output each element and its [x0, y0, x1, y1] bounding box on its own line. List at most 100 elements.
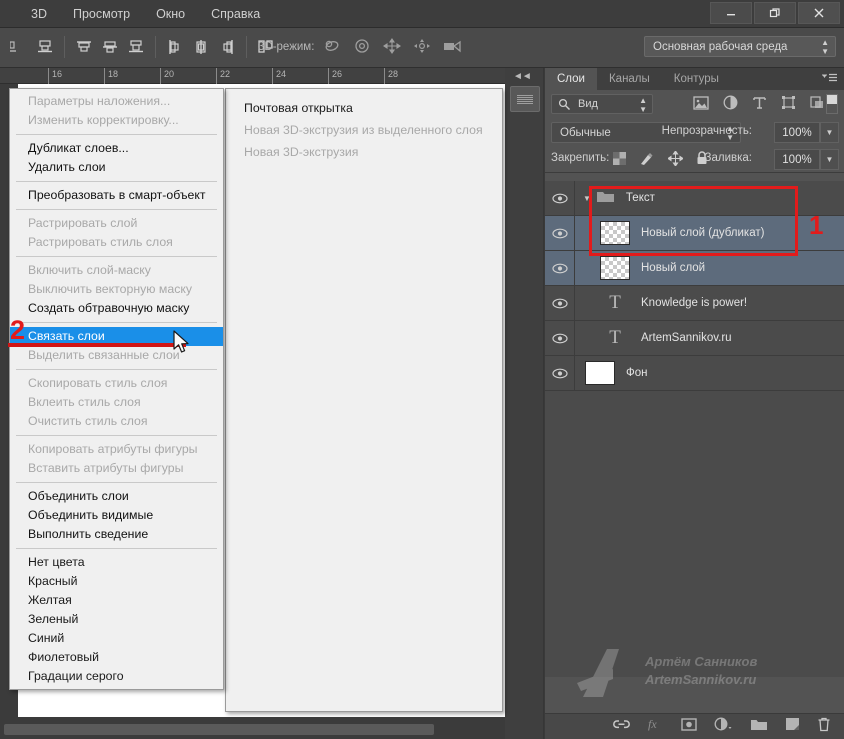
add-mask-icon[interactable] [681, 717, 697, 736]
align-horizontal-center-icon[interactable] [188, 34, 214, 60]
align-vertical-center-icon[interactable] [97, 34, 123, 60]
orbit-3d-icon[interactable] [320, 34, 346, 60]
submenu-item-postcard[interactable]: Почтовая открытка [226, 97, 502, 119]
ctx-color-yellow[interactable]: Желтая [10, 591, 223, 610]
roll-3d-icon[interactable] [350, 34, 376, 60]
filter-shape-icon[interactable] [781, 95, 796, 115]
dock-grip-button[interactable] [510, 86, 540, 112]
layer-name: Фон [626, 367, 648, 379]
visibility-toggle[interactable] [545, 285, 575, 321]
restore-button[interactable] [754, 2, 796, 24]
align-partial-icon[interactable] [6, 34, 32, 60]
ctx-merge-layers[interactable]: Объединить слои [10, 487, 223, 506]
tab-layers[interactable]: Слои [545, 68, 597, 90]
layer-thumbnail[interactable] [600, 256, 630, 280]
mouse-cursor [172, 330, 192, 361]
lock-pixels-icon[interactable] [639, 152, 655, 171]
ctx-convert-to-smart-object[interactable]: Преобразовать в смарт-объект [10, 186, 223, 205]
menu-divider [16, 181, 217, 182]
align-right-icon[interactable] [214, 34, 240, 60]
layer-body[interactable]: T Knowledge is power! [575, 292, 844, 314]
tab-channels[interactable]: Каналы [597, 68, 662, 90]
menu-item-3d[interactable]: 3D [18, 0, 60, 28]
minimize-button[interactable] [710, 2, 752, 24]
ctx-color-blue[interactable]: Синий [10, 629, 223, 648]
horizontal-scrollbar[interactable] [4, 724, 434, 735]
filter-adjustment-icon[interactable] [723, 95, 738, 115]
close-button[interactable] [798, 2, 840, 24]
panel-menu-icon[interactable] [822, 73, 838, 87]
layer-body[interactable]: Новый слой [575, 256, 844, 280]
visibility-toggle[interactable] [545, 215, 575, 251]
align-bottom-edges-icon[interactable] [32, 34, 58, 60]
ctx-color-violet[interactable]: Фиолетовый [10, 648, 223, 667]
link-layers-icon[interactable] [613, 718, 630, 736]
ctx-enable-layer-mask: Включить слой-маску [28, 263, 151, 277]
filter-smart-icon[interactable] [810, 95, 825, 115]
filter-type-icon[interactable] [752, 95, 767, 115]
chevron-updown-icon: ▲ ▼ [639, 96, 647, 114]
mode-3d-label: 3D-режим: [258, 41, 315, 53]
pan-3d-icon[interactable] [380, 34, 406, 60]
slide-3d-icon[interactable] [410, 34, 436, 60]
layer-row-artemsannikov[interactable]: T ArtemSannikov.ru [545, 320, 844, 356]
workspace-selector[interactable]: Основная рабочая среда ▲ ▼ [644, 36, 836, 57]
fill-dropdown-icon[interactable]: ▼ [820, 149, 839, 170]
filter-enable-toggle[interactable] [826, 94, 838, 114]
align-bottom-icon[interactable] [123, 34, 149, 60]
ruler-tick: 16 [52, 69, 63, 79]
visibility-toggle[interactable] [545, 355, 575, 391]
layer-body[interactable]: T ArtemSannikov.ru [575, 327, 844, 349]
ctx-duplicate-layers[interactable]: Дубликат слоев... [10, 139, 223, 158]
ctx-copy-layer-style: Скопировать стиль слоя [28, 376, 168, 390]
opacity-dropdown-icon[interactable]: ▼ [820, 122, 839, 143]
ctx-flatten-image[interactable]: Выполнить сведение [10, 525, 223, 544]
chevron-updown-icon: ▲ ▼ [821, 38, 829, 56]
layers-panel: Слои Каналы Контуры Вид ▲ ▼ Обычные ▲ ▼ … [544, 68, 844, 739]
menu-divider [16, 482, 217, 483]
filter-value: Вид [578, 98, 598, 110]
ctx-color-none[interactable]: Нет цвета [10, 553, 223, 572]
delete-layer-icon[interactable] [817, 717, 831, 737]
menu-item-window[interactable]: Окно [143, 0, 198, 28]
menu-item-help[interactable]: Справка [198, 0, 273, 28]
layer-thumbnail[interactable] [585, 361, 615, 385]
filter-kind-icons [693, 95, 825, 115]
camera-3d-icon[interactable] [440, 34, 466, 60]
lock-position-icon[interactable] [667, 150, 684, 171]
ctx-delete-layers[interactable]: Удалить слои [10, 158, 223, 177]
filter-image-icon[interactable] [693, 95, 709, 115]
ctx-color-gray[interactable]: Градации серого [10, 667, 223, 686]
new-group-icon[interactable] [750, 718, 768, 736]
opacity-label: Непрозрачность: [661, 125, 752, 137]
visibility-toggle[interactable] [545, 180, 575, 216]
tab-paths[interactable]: Контуры [662, 68, 731, 90]
collapse-arrows-icon[interactable]: ◄◄ [513, 71, 532, 82]
layer-body[interactable]: Фон [575, 361, 844, 385]
menu-item-view[interactable]: Просмотр [60, 0, 143, 28]
ctx-color-red[interactable]: Красный [10, 572, 223, 591]
ruler-tick: 24 [276, 69, 287, 79]
layer-filter-row: Вид ▲ ▼ [545, 90, 844, 119]
dock-collapse-column: ◄◄ [505, 68, 544, 739]
ctx-paste-shape-attributes: Вставить атрибуты фигуры [28, 461, 184, 475]
lock-transparent-icon[interactable] [613, 152, 626, 170]
visibility-toggle[interactable] [545, 250, 575, 286]
adjustment-layer-icon[interactable] [714, 717, 733, 736]
window-controls [710, 2, 840, 24]
layer-row-new-layer[interactable]: Новый слой [545, 250, 844, 286]
filter-type-select[interactable]: Вид ▲ ▼ [551, 94, 653, 114]
layer-row-knowledge-is-power[interactable]: T Knowledge is power! [545, 285, 844, 321]
layer-row-background[interactable]: Фон [545, 355, 844, 391]
align-top-icon[interactable] [71, 34, 97, 60]
ctx-create-clipping-mask[interactable]: Создать обтравочную маску [10, 299, 223, 318]
ctx-color-green[interactable]: Зеленый [10, 610, 223, 629]
fill-value[interactable]: 100% [774, 149, 820, 170]
layer-style-fx-icon[interactable]: fx [647, 717, 664, 736]
annotation-number-2: 2 [10, 315, 26, 345]
new-layer-icon[interactable] [785, 717, 800, 736]
ctx-merge-visible[interactable]: Объединить видимые [10, 506, 223, 525]
align-left-icon[interactable] [162, 34, 188, 60]
visibility-toggle[interactable] [545, 320, 575, 356]
opacity-value[interactable]: 100% [774, 122, 820, 143]
